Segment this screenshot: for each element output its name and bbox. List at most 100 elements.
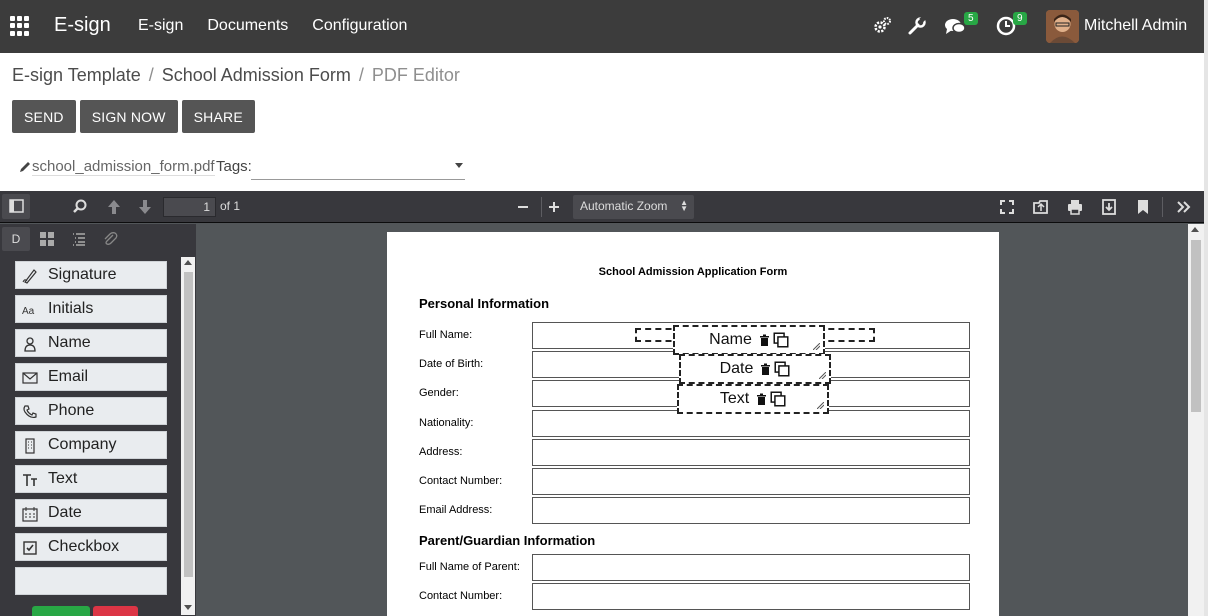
trash-icon[interactable]: [758, 334, 771, 347]
section-parent: Parent/Guardian Information: [419, 533, 596, 548]
attachments-icon[interactable]: [96, 227, 124, 251]
exit-button[interactable]: Exit: [93, 606, 139, 616]
download-icon[interactable]: [1099, 197, 1119, 217]
form-label: Email Address:: [419, 504, 493, 516]
menu-item-configuration[interactable]: Configuration: [312, 17, 407, 35]
field-type-name[interactable]: Name: [15, 329, 167, 357]
zoom-value: Automatic Zoom: [580, 199, 668, 213]
breadcrumb-item-form[interactable]: School Admission Form: [162, 65, 351, 86]
print-icon[interactable]: [1065, 197, 1085, 217]
field-type-phone[interactable]: Phone: [15, 397, 167, 425]
thumbnails-icon[interactable]: [33, 227, 61, 251]
presentation-mode-icon[interactable]: [997, 197, 1017, 217]
wrench-icon[interactable]: [907, 16, 927, 36]
breadcrumb-separator: /: [358, 65, 364, 85]
menu-item-documents[interactable]: Documents: [207, 17, 288, 35]
messages-icon[interactable]: 5: [944, 12, 978, 36]
settings-gears-icon[interactable]: [872, 16, 892, 36]
duplicate-icon[interactable]: [774, 361, 790, 377]
sign-item-name[interactable]: Name: [673, 325, 825, 355]
file-name-input[interactable]: school_admission_form.pdf: [32, 158, 215, 176]
sidebar-toggle-button[interactable]: [2, 194, 30, 219]
viewer-scroll-thumb[interactable]: [1191, 240, 1201, 412]
field-type-checkbox[interactable]: Checkbox: [15, 533, 167, 561]
user-avatar[interactable]: [1046, 10, 1079, 43]
menu-item-esign[interactable]: E-sign: [138, 17, 183, 35]
find-icon[interactable]: [70, 197, 90, 217]
form-row: Address:: [419, 439, 970, 467]
select-arrows-icon: ▲ ▼: [680, 198, 688, 213]
field-type-label: Checkbox: [48, 538, 120, 555]
form-row: Contact Number:: [419, 583, 970, 611]
fields-scroll-thumb[interactable]: [184, 272, 193, 577]
trash-icon[interactable]: [755, 393, 768, 406]
sign-now-button[interactable]: SIGN NOW: [79, 100, 178, 133]
toolbar-divider: [541, 197, 542, 217]
activity-clock-icon[interactable]: 9: [996, 12, 1027, 36]
field-type-date[interactable]: Date: [15, 499, 167, 527]
sign-item-label: Name: [709, 331, 752, 348]
toolbar-divider: [1162, 197, 1163, 217]
breadcrumb: E-sign Template / School Admission Form …: [12, 65, 460, 86]
section-personal: Personal Information: [419, 296, 550, 311]
save-button[interactable]: Save: [32, 606, 90, 616]
scroll-up-icon[interactable]: [1191, 227, 1199, 232]
tab-fields[interactable]: D: [2, 227, 30, 251]
field-type-text[interactable]: Text: [15, 465, 167, 493]
resize-handle-icon[interactable]: [813, 343, 820, 350]
breadcrumb-item-template[interactable]: E-sign Template: [12, 65, 141, 86]
outline-icon[interactable]: [65, 227, 93, 251]
send-button[interactable]: SEND: [12, 100, 76, 133]
open-file-icon[interactable]: [1031, 197, 1051, 217]
envelope-icon: [22, 370, 38, 386]
field-type-company[interactable]: Company: [15, 431, 167, 459]
bookmark-icon[interactable]: [1133, 197, 1153, 217]
resize-handle-icon[interactable]: [817, 402, 824, 409]
top-navbar: E-sign E-sign Documents Configuration 5 …: [0, 0, 1208, 53]
user-icon: [22, 336, 38, 352]
sign-item-date[interactable]: Date: [679, 354, 831, 384]
scroll-up-icon[interactable]: [184, 260, 192, 265]
field-type-label: Initials: [48, 300, 94, 317]
user-name[interactable]: Mitchell Admin: [1084, 17, 1187, 35]
form-row: Email Address:: [419, 497, 970, 525]
action-buttons: SEND SIGN NOW SHARE: [12, 100, 255, 133]
zoom-select[interactable]: Automatic Zoom ▲ ▼: [573, 195, 694, 219]
form-box: [532, 439, 970, 466]
duplicate-icon[interactable]: [770, 391, 786, 407]
trash-icon[interactable]: [759, 363, 772, 376]
field-type-label: Date: [48, 504, 82, 521]
breadcrumb-current: PDF Editor: [371, 65, 460, 85]
app-brand[interactable]: E-sign: [54, 14, 111, 37]
field-type-signature[interactable]: Signature: [15, 261, 167, 289]
scroll-down-icon[interactable]: [184, 605, 192, 610]
building-icon: [22, 438, 38, 454]
page-count-label: of 1: [220, 199, 241, 213]
tools-chevron-icon[interactable]: [1174, 197, 1194, 217]
main-menu: E-sign Documents Configuration: [138, 17, 407, 35]
field-type-initials[interactable]: Aa Initials: [15, 295, 167, 323]
form-box: [532, 583, 970, 610]
resize-handle-icon[interactable]: [819, 372, 826, 379]
fields-scrollbar[interactable]: [181, 257, 195, 615]
field-type-partial[interactable]: [15, 567, 167, 595]
page-number-input[interactable]: 1: [163, 197, 216, 217]
next-page-icon[interactable]: [135, 197, 155, 217]
form-box: [532, 410, 970, 437]
form-row: Nationality:: [419, 410, 970, 438]
apps-menu-icon[interactable]: [10, 16, 30, 36]
field-type-email[interactable]: Email: [15, 363, 167, 391]
window-edge: [1204, 0, 1208, 616]
messages-badge: 5: [964, 12, 978, 25]
sign-item-text[interactable]: Text: [677, 384, 829, 414]
svg-text:Aa: Aa: [22, 306, 35, 317]
duplicate-icon[interactable]: [773, 332, 789, 348]
viewer-scrollbar[interactable]: [1188, 224, 1204, 616]
zoom-in-icon[interactable]: [544, 197, 564, 217]
previous-page-icon[interactable]: [104, 197, 124, 217]
zoom-out-icon[interactable]: [513, 197, 533, 217]
sign-item-label: Date: [719, 360, 754, 377]
tags-select[interactable]: [251, 155, 465, 180]
share-button[interactable]: SHARE: [181, 100, 255, 133]
form-label: Contact Number:: [419, 475, 503, 487]
